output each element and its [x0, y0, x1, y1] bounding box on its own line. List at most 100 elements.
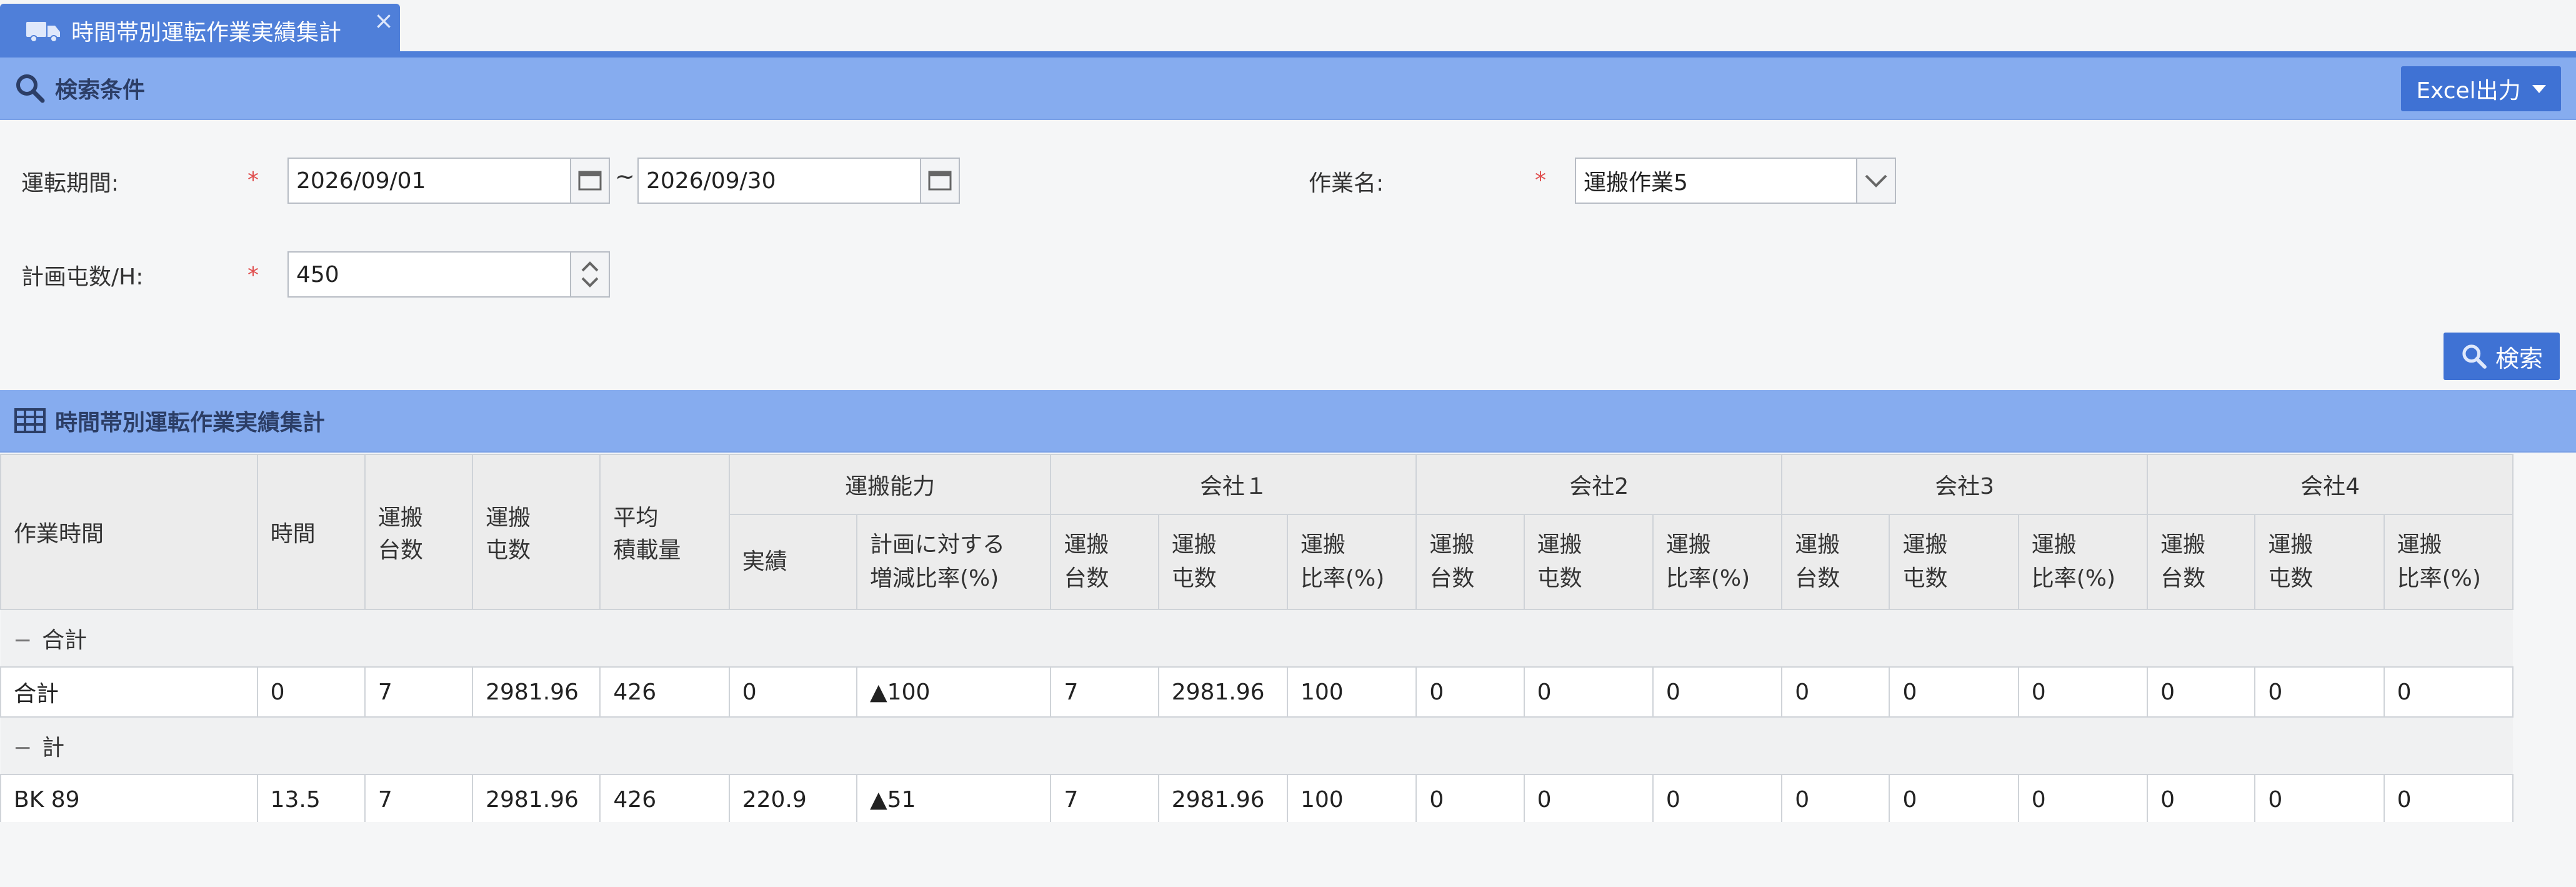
tab-title: 時間帯別運転作業実績集計	[71, 20, 342, 46]
col-header-c3-rate[interactable]: 運搬 比率(%)	[2017, 514, 2149, 610]
table-cell: 220.9	[728, 774, 857, 825]
col-header-c1-rate[interactable]: 運搬 比率(%)	[1286, 514, 1417, 610]
col-header-c2-tons[interactable]: 運搬 屯数	[1523, 514, 1654, 610]
close-icon[interactable]: ×	[374, 9, 394, 33]
result-section-header: 時間帯別運転作業実績集計	[0, 390, 2576, 453]
table-cell: 0	[1781, 774, 1890, 825]
col-header-c1-count[interactable]: 運搬 台数	[1050, 514, 1159, 610]
caret-down-icon	[2532, 84, 2546, 93]
table-cell: 0	[256, 666, 366, 718]
group-row[interactable]: − 合計	[1, 609, 2513, 668]
table-cell: 0	[2017, 666, 2149, 718]
work-select-value: 運搬作業5	[1584, 170, 1688, 196]
group-header-cell[interactable]: − 合計	[1, 609, 2513, 668]
table-row[interactable]: BK 89 13.5 7 2981.96 426 220.9 ▲51 7 2981.96 100 0…	[0, 774, 2514, 825]
required-mark: *	[1535, 168, 1546, 193]
table-cell: BK 89	[0, 774, 258, 825]
table-cell: 100	[1286, 774, 1417, 825]
period-separator: ~	[615, 163, 635, 190]
col-group-capacity: 運搬能力	[728, 454, 1052, 515]
empty-area	[0, 822, 2576, 887]
table-cell: 0	[2147, 666, 2256, 718]
work-select-toggle[interactable]	[1856, 159, 1895, 203]
table-cell: 0	[1889, 774, 2019, 825]
search-section-title: 検索条件	[55, 78, 146, 103]
col-header-c3-count[interactable]: 運搬 台数	[1781, 514, 1890, 610]
truck-icon	[26, 22, 60, 43]
table-cell: 2981.96	[472, 774, 601, 825]
table-cell: 7	[364, 666, 474, 718]
table-cell: 13.5	[256, 774, 366, 825]
table-body: − 合計 合計 0 7 2981.96 426 0 ▲100 7 2981.96 100 0 0 0 0 0 0 0…	[0, 609, 2514, 825]
tab-operation-summary[interactable]: 時間帯別運転作業実績集計 ×	[0, 4, 400, 58]
search-icon	[16, 74, 45, 103]
col-header-c4-count[interactable]: 運搬 台数	[2147, 514, 2256, 610]
table-cell: 0	[728, 666, 857, 718]
col-header-c4-rate[interactable]: 運搬 比率(%)	[2383, 514, 2514, 610]
col-group-company-3: 会社3	[1781, 454, 2149, 515]
excel-export-label: Excel出力	[2416, 78, 2521, 104]
group-label: 合計	[42, 628, 87, 653]
required-mark: *	[247, 263, 259, 288]
col-header-actual[interactable]: 実績	[728, 514, 857, 610]
search-button-label: 検索	[2495, 344, 2543, 373]
table-cell: 0	[1889, 666, 2019, 718]
col-group-company-4: 会社4	[2147, 454, 2514, 515]
excel-export-button[interactable]: Excel出力	[2401, 66, 2561, 111]
col-header-c4-tons[interactable]: 運搬 屯数	[2254, 514, 2385, 610]
plan-tons-label: 計画屯数/H:	[21, 264, 144, 290]
group-header-cell[interactable]: − 計	[1, 716, 2513, 775]
table-row[interactable]: 合計 0 7 2981.96 426 0 ▲100 7 2981.96 100 0 0 0 0 0 0 0 0 0	[0, 666, 2514, 718]
calendar-icon	[928, 171, 952, 191]
collapse-icon[interactable]: −	[13, 735, 32, 761]
group-row[interactable]: − 計	[1, 716, 2513, 775]
table-cell: 0	[1781, 666, 1890, 718]
work-label: 作業名:	[1309, 171, 1384, 196]
col-header-count[interactable]: 運搬 台数	[364, 454, 474, 610]
calendar-to-button[interactable]	[920, 159, 959, 203]
table-cell: 0	[2383, 774, 2514, 825]
search-button[interactable]: 検索	[2444, 333, 2560, 380]
table-cell: ▲100	[856, 666, 1052, 718]
period-from-field[interactable]: 2026/09/01	[287, 158, 610, 204]
table-cell: 0	[1652, 774, 1783, 825]
col-header-tons[interactable]: 運搬 屯数	[472, 454, 601, 610]
col-header-c2-count[interactable]: 運搬 台数	[1415, 514, 1525, 610]
period-label: 運転期間:	[21, 171, 119, 196]
col-header-work-time[interactable]: 作業時間	[0, 454, 258, 610]
table-cell: 2981.96	[472, 666, 601, 718]
search-section-header: 検索条件 Excel出力	[0, 58, 2576, 120]
stepper-buttons[interactable]	[570, 253, 609, 296]
col-header-avg-load[interactable]: 平均 積載量	[599, 454, 730, 610]
search-icon	[2462, 344, 2487, 369]
table-cell: 0	[1523, 774, 1654, 825]
collapse-icon[interactable]: −	[13, 628, 32, 653]
col-header-c3-tons[interactable]: 運搬 屯数	[1889, 514, 2019, 610]
col-group-company-2: 会社2	[1415, 454, 1783, 515]
spin-arrows-icon	[581, 261, 599, 288]
col-header-plan-ratio[interactable]: 計画に対する 増減比率(%)	[856, 514, 1052, 610]
required-mark: *	[247, 168, 259, 193]
table-cell: 0	[2254, 774, 2385, 825]
col-header-c2-rate[interactable]: 運搬 比率(%)	[1652, 514, 1783, 610]
period-to-value: 2026/09/30	[646, 168, 776, 194]
group-label: 計	[42, 735, 65, 761]
period-to-field[interactable]: 2026/09/30	[637, 158, 960, 204]
grid-table-icon	[14, 408, 46, 433]
table-cell: 426	[599, 774, 730, 825]
calendar-from-button[interactable]	[570, 159, 609, 203]
table-cell: 7	[1050, 666, 1159, 718]
tab-bar: 時間帯別運転作業実績集計 ×	[0, 0, 2576, 58]
table-cell: 0	[2147, 774, 2256, 825]
table-cell: 合計	[0, 666, 258, 718]
plan-tons-stepper[interactable]: 450	[287, 251, 610, 298]
result-section-title: 時間帯別運転作業実績集計	[55, 410, 326, 436]
table-cell: 0	[2017, 774, 2149, 825]
col-header-hours[interactable]: 時間	[256, 454, 366, 610]
table-cell: 0	[1652, 666, 1783, 718]
chevron-down-icon	[1865, 174, 1887, 188]
table-cell: 0	[2254, 666, 2385, 718]
table-cell: 0	[1415, 774, 1525, 825]
col-header-c1-tons[interactable]: 運搬 屯数	[1157, 514, 1289, 610]
work-select[interactable]: 運搬作業5	[1575, 158, 1896, 204]
